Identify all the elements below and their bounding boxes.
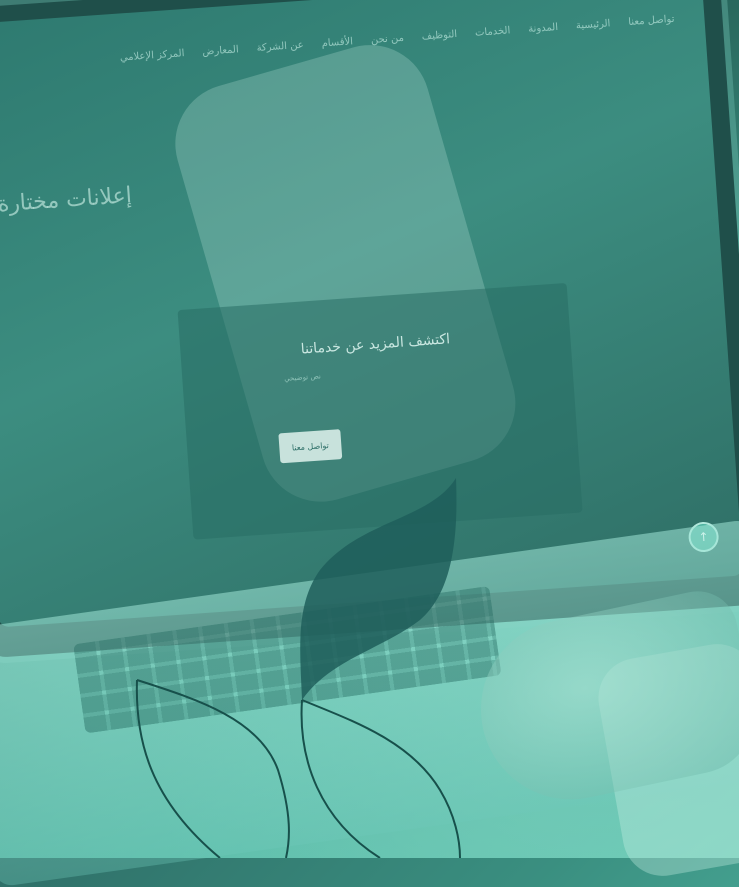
screen-hero-title: إعلانات مختارة [0, 183, 133, 218]
screen-nav-item: من نحن [370, 32, 405, 46]
screen-nav-item: التوظيف [421, 28, 458, 42]
hero-image: تواصل معنا الرئيسية المدونة الخدمات التو… [0, 0, 739, 887]
screen-nav-item: المركز الإعلامي [119, 47, 185, 64]
screen-panel-text: نص توضيحي [283, 372, 322, 383]
screen-nav-item: تواصل معنا [627, 13, 675, 28]
screen-nav-item: الرئيسية [575, 17, 611, 32]
keyboard [73, 585, 502, 734]
screen-panel-button: تواصل معنا [278, 429, 343, 464]
screen-nav-item: الأقسام [321, 35, 354, 49]
screen-nav-item: المعارض [201, 43, 240, 58]
screen-content-panel: اكتشف المزيد عن خدماتنا نص توضيحي تواصل … [177, 282, 583, 540]
screen-nav-item: الخدمات [474, 24, 511, 39]
laptop-screen: تواصل معنا الرئيسية المدونة الخدمات التو… [0, 0, 739, 628]
screen-nav-item: عن الشركة [256, 39, 305, 54]
screen-nav-item: المدونة [527, 21, 559, 35]
